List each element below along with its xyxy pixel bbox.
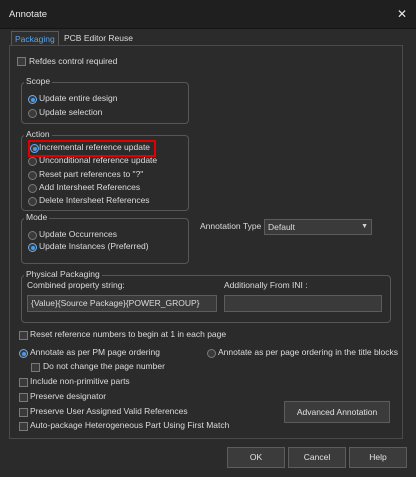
tab-packaging[interactable]: Packaging (11, 31, 59, 46)
help-button[interactable]: Help (349, 447, 407, 468)
annotate-title-blocks-label: Annotate as per page ordering in the tit… (218, 347, 399, 357)
action-add-intersheet-radio[interactable] (28, 184, 37, 193)
physical-packaging-title: Physical Packaging (24, 269, 102, 280)
scope-update-entire-design-label: Update entire design (39, 93, 118, 103)
do-not-change-page-number-label: Do not change the page number (43, 361, 165, 371)
close-icon[interactable]: ✕ (395, 7, 409, 21)
additionally-from-ini-field[interactable] (224, 295, 382, 312)
chevron-down-icon: ▼ (361, 223, 368, 230)
scope-update-entire-design-radio[interactable] (28, 95, 37, 104)
mode-update-instances-radio[interactable] (28, 243, 37, 252)
mode-update-instances-label: Update Instances (Preferred) (39, 241, 149, 251)
preserve-designator-label: Preserve designator (30, 391, 107, 401)
action-incremental-label: Incremental reference update (39, 142, 151, 152)
action-incremental-radio[interactable] (30, 144, 39, 153)
action-unconditional-label: Unconditional reference update (39, 155, 158, 165)
additionally-from-ini-label: Additionally From INI : (224, 280, 308, 290)
annotation-type-label: Annotation Type (200, 221, 262, 231)
auto-package-checkbox[interactable] (19, 422, 28, 431)
ok-label: OK (249, 452, 263, 462)
annotation-type-value: Default (268, 222, 295, 232)
annotate-pm-ordering-radio[interactable] (19, 349, 28, 358)
combined-property-field[interactable]: {Value}{Source Package}{POWER_GROUP} (27, 295, 217, 312)
scope-group-title: Scope (24, 76, 53, 87)
ok-button[interactable]: OK (227, 447, 285, 468)
mode-group-title: Mode (24, 212, 50, 223)
action-reset-references-radio[interactable] (28, 171, 37, 180)
preserve-user-references-label: Preserve User Assigned Valid References (30, 406, 188, 416)
annotate-pm-ordering-label: Annotate as per PM page ordering (30, 347, 160, 357)
cancel-label: Cancel (303, 452, 331, 462)
do-not-change-page-number-checkbox[interactable] (31, 363, 40, 372)
tab-pcb-editor-reuse[interactable]: PCB Editor Reuse (61, 31, 136, 45)
reset-reference-numbers-label: Reset reference numbers to begin at 1 in… (30, 329, 227, 339)
scope-update-selection-label: Update selection (39, 107, 103, 117)
action-group-title: Action (24, 129, 52, 140)
include-non-primitive-checkbox[interactable] (19, 378, 28, 387)
preserve-user-references-checkbox[interactable] (19, 408, 28, 417)
window-title: Annotate (9, 9, 48, 20)
title-bar (0, 0, 416, 29)
action-delete-intersheet-label: Delete Intersheet References (39, 195, 150, 205)
advanced-annotation-button[interactable]: Advanced Annotation (284, 401, 390, 423)
annotate-title-blocks-radio[interactable] (207, 349, 216, 358)
refdes-control-checkbox[interactable] (17, 57, 26, 66)
scope-update-selection-radio[interactable] (28, 109, 37, 118)
action-add-intersheet-label: Add Intersheet References (39, 182, 141, 192)
auto-package-label: Auto-package Heterogeneous Part Using Fi… (30, 420, 230, 430)
help-label: Help (369, 452, 387, 462)
preserve-designator-checkbox[interactable] (19, 393, 28, 402)
advanced-annotation-label: Advanced Annotation (296, 407, 378, 417)
annotation-type-select[interactable]: Default ▼ (264, 219, 372, 235)
action-unconditional-radio[interactable] (28, 157, 37, 166)
reset-reference-numbers-checkbox[interactable] (19, 331, 28, 340)
refdes-control-label: Refdes control required (29, 56, 118, 66)
action-delete-intersheet-radio[interactable] (28, 197, 37, 206)
include-non-primitive-label: Include non-primitive parts (30, 376, 130, 386)
combined-property-value: {Value}{Source Package}{POWER_GROUP} (31, 298, 200, 308)
mode-update-occurrences-label: Update Occurrences (39, 229, 117, 239)
mode-update-occurrences-radio[interactable] (28, 231, 37, 240)
action-reset-references-label: Reset part references to "?" (39, 169, 144, 179)
combined-property-label: Combined property string: (27, 280, 125, 290)
cancel-button[interactable]: Cancel (288, 447, 346, 468)
